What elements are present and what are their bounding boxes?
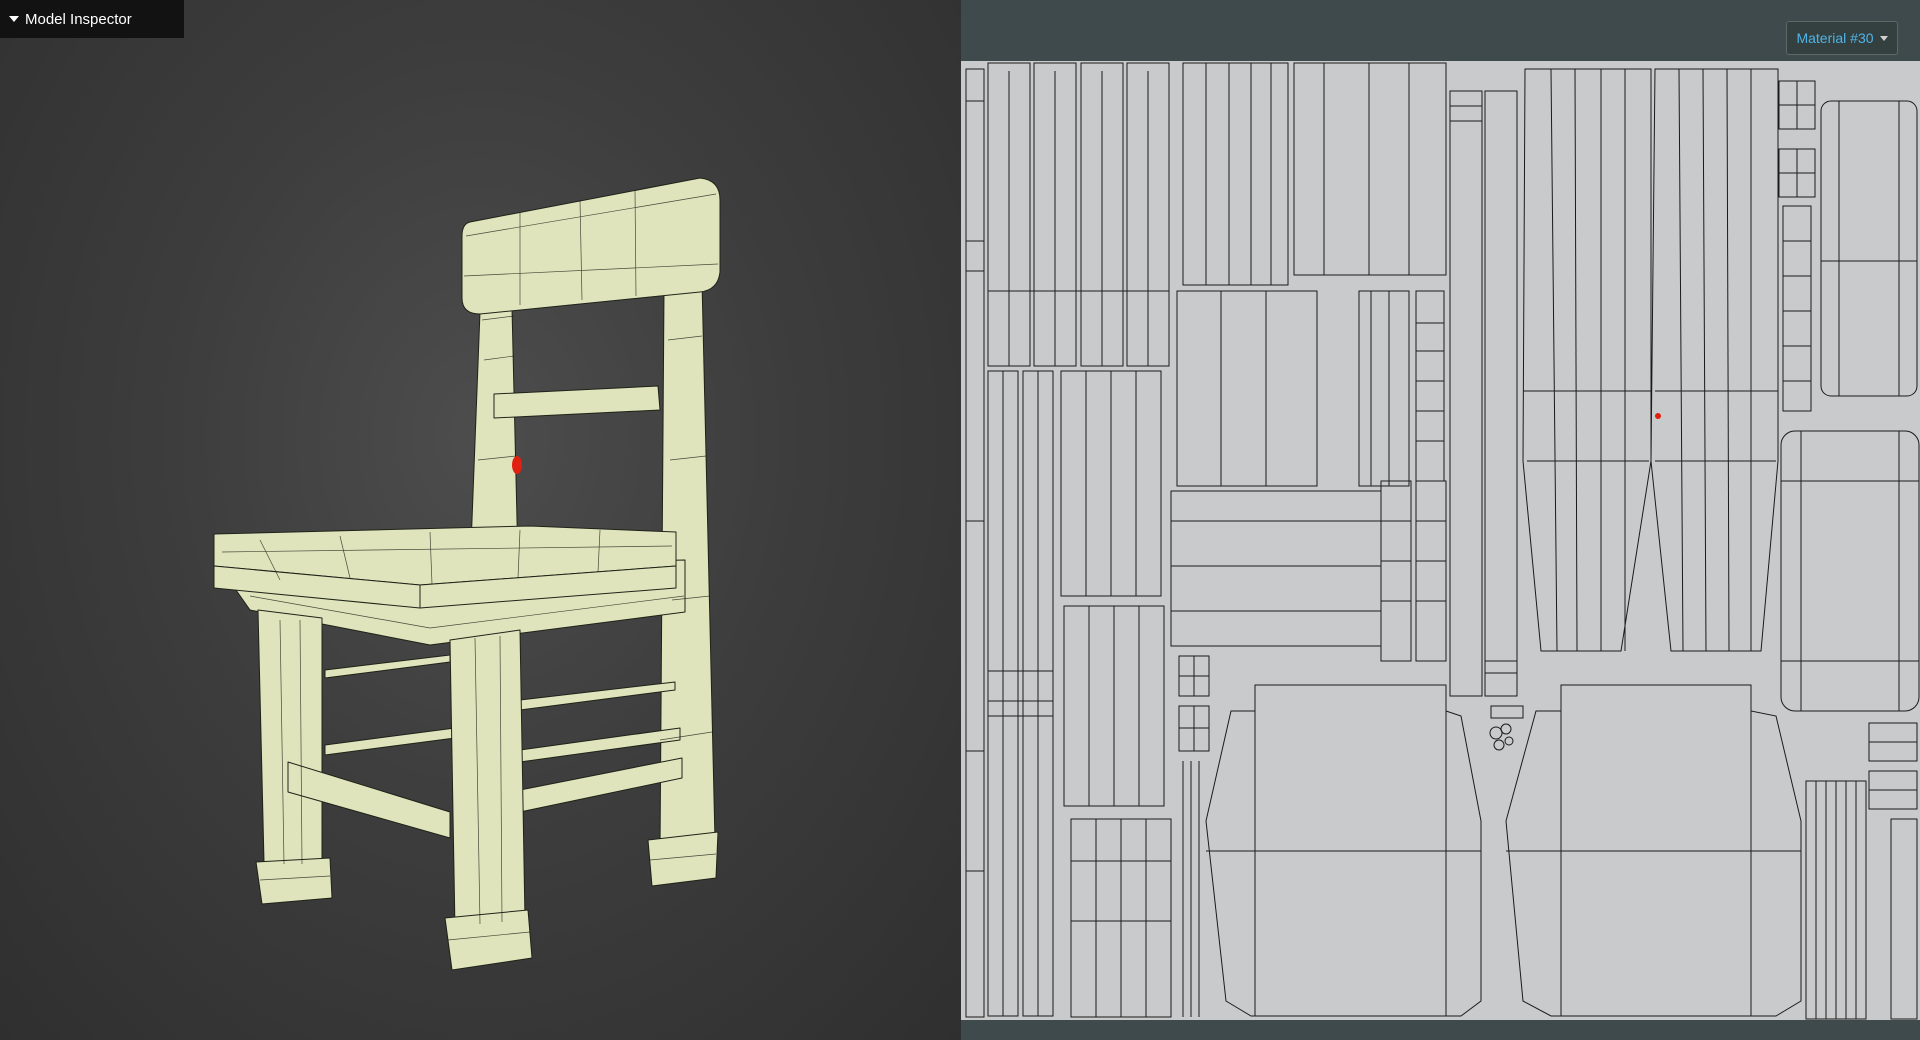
- chevron-down-icon: [1879, 35, 1888, 41]
- chair-back-rail: [493, 385, 661, 419]
- selection-marker: [512, 456, 522, 474]
- chair-stretcher-right-lower: [519, 727, 681, 763]
- chair-stretcher-back: [519, 681, 676, 711]
- caret-down-icon: [9, 16, 19, 22]
- model-inspector-title: Model Inspector: [25, 10, 132, 28]
- uv-layout-panel[interactable]: [961, 0, 1920, 1040]
- chair-stretcher-side-lower: [324, 727, 456, 756]
- chair-model[interactable]: [0, 0, 961, 1040]
- chair-front-leg-right: [449, 629, 526, 931]
- material-label: Material #30: [1796, 30, 1874, 46]
- chair-stretcher-right: [519, 757, 683, 813]
- chair-front-leg-left: [257, 609, 323, 869]
- 3d-viewport[interactable]: [0, 0, 961, 1040]
- uv-selection-marker: [1655, 413, 1661, 419]
- chair-stretcher-side-upper: [324, 654, 451, 679]
- uv-map-sheet[interactable]: [961, 61, 1920, 1020]
- chair-foot-left: [255, 857, 333, 905]
- material-dropdown[interactable]: Material #30: [1786, 21, 1898, 55]
- model-inspector-toggle[interactable]: Model Inspector: [0, 0, 184, 38]
- chair-foot-right: [444, 909, 533, 971]
- chair-backrest: [461, 177, 721, 315]
